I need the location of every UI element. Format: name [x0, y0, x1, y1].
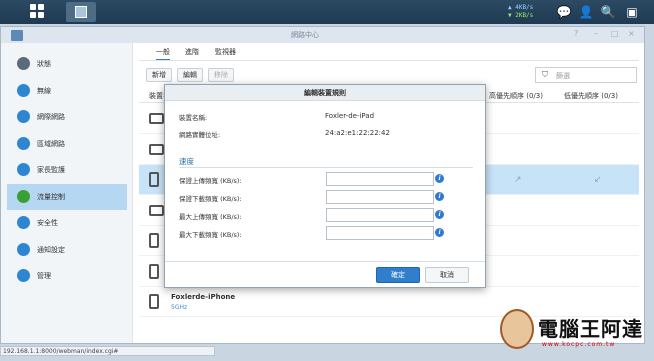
device-connection: 5GHz [171, 304, 188, 311]
download-trend-icon: ↙ [594, 175, 602, 185]
dialog-footer-divider [165, 261, 485, 262]
close-icon[interactable]: × [628, 29, 635, 38]
sidebar-item-label: 網際網路 [37, 113, 65, 121]
edit-device-rule-dialog: 編輯裝置規則 裝置名稱: Foxler-de-iPad 網路實體位址: 24:a… [164, 84, 486, 288]
sidebar-item-label: 狀態 [37, 60, 51, 68]
ok-button[interactable]: 確定 [376, 267, 420, 283]
mac-address-label: 網路實體位址: [179, 131, 221, 139]
sidebar-item-label: 家長監護 [37, 166, 65, 174]
sidebar: 狀態無線網際網路區域網路家長監護流量控制安全性通知設定管理 [1, 43, 133, 343]
upload-trend-icon: ↗ [514, 175, 522, 185]
sidebar-item-notification[interactable]: 通知設定 [7, 237, 127, 263]
sidebar-item-status[interactable]: 狀態 [7, 51, 127, 77]
notification-icon [17, 242, 30, 256]
tab-general[interactable]: 一般 [156, 47, 170, 61]
traffic-icon [17, 189, 30, 203]
family-icon [17, 163, 30, 176]
speed-section-title: 速度 [179, 157, 194, 166]
add-button[interactable]: 新增 [146, 68, 172, 82]
network-speed-indicator: ▲ 4KB/s ▼ 2KB/s [508, 4, 550, 20]
sidebar-item-label: 流量控制 [37, 192, 65, 201]
tab-advanced[interactable]: 進階 [185, 47, 199, 57]
phone-icon [149, 172, 159, 187]
sidebar-item-traffic[interactable]: 流量控制 [7, 183, 127, 210]
browser-status-bar: 192.168.1.1:8000/webman/index.cgi# [0, 346, 215, 356]
info-icon[interactable]: i [435, 174, 444, 183]
mac-address-value: 24:a2:e1:22:22:42 [325, 129, 390, 137]
cancel-button[interactable]: 取消 [425, 267, 469, 283]
sidebar-item-shield[interactable]: 安全性 [7, 210, 127, 236]
maximize-icon[interactable]: □ [611, 29, 619, 38]
laptop-icon [149, 143, 164, 155]
sidebar-item-globe[interactable]: 網際網路 [7, 104, 127, 130]
grid-menu-icon[interactable] [30, 4, 46, 20]
user-icon[interactable]: 👤 [578, 4, 594, 20]
sidebar-item-label: 無線 [37, 86, 51, 95]
globe-icon [17, 110, 30, 123]
chat-icon[interactable]: 💬 [556, 4, 572, 20]
bandwidth-field-label: 保證下載頻寬 (KB/s): [179, 195, 242, 203]
phone-icon [149, 233, 159, 248]
bandwidth-input[interactable] [326, 226, 434, 240]
watermark-mascot [500, 309, 534, 349]
phone-icon [149, 294, 159, 309]
sidebar-item-tools[interactable]: 管理 [7, 263, 127, 289]
tab-monitor[interactable]: 監視器 [215, 47, 236, 57]
sidebar-item-label: 通知設定 [37, 245, 65, 254]
sidebar-item-label: 安全性 [37, 219, 58, 227]
filter-placeholder: 篩選 [556, 72, 570, 80]
upload-speed: ▲ 4KB/s [508, 4, 534, 11]
widgets-icon[interactable]: ▣ [624, 4, 640, 20]
sidebar-item-lan[interactable]: 區域網路 [7, 131, 127, 157]
window-title: 網路中心 [291, 31, 319, 39]
laptop-icon [149, 113, 164, 124]
shield-icon [17, 216, 30, 229]
info-icon[interactable]: i [435, 210, 444, 219]
sidebar-item-label: 管理 [37, 272, 51, 280]
bandwidth-field-label: 最大下載頻寬 (KB/s): [179, 231, 242, 239]
filter-icon: ⛉ [542, 70, 548, 79]
column-low-priority[interactable]: 低優先順序 (0/3) [564, 91, 618, 101]
sidebar-item-family[interactable]: 家長監護 [7, 157, 127, 183]
wifi-icon [17, 83, 30, 97]
dialog-title: 編輯裝置規則 [165, 85, 485, 101]
edit-button[interactable]: 編輯 [177, 68, 203, 82]
tab-divider [139, 60, 639, 61]
watermark-text: 電腦王阿達 [538, 317, 643, 341]
sidebar-item-wifi[interactable]: 無線 [7, 78, 127, 104]
bandwidth-input[interactable] [326, 208, 434, 222]
watermark-url: www.kocpc.com.tw [542, 341, 616, 348]
minimize-icon[interactable]: – [594, 29, 598, 38]
bandwidth-input[interactable] [326, 190, 434, 204]
remove-button[interactable]: 移除 [208, 68, 234, 82]
help-icon[interactable]: ? [574, 29, 578, 38]
download-speed: ▼ 2KB/s [508, 12, 534, 19]
device-name: Foxlerde-iPhone [171, 293, 236, 301]
taskbar: ▲ 4KB/s ▼ 2KB/s 💬 👤 🔍 ▣ [0, 0, 654, 24]
status-icon [17, 57, 30, 70]
device-name-value: Foxler-de-iPad [325, 112, 375, 120]
app-logo-icon [11, 30, 23, 41]
device-name-label: 裝置名稱: [179, 114, 208, 122]
filter-input[interactable]: ⛉ 篩選 [535, 67, 637, 83]
tools-icon [17, 269, 30, 282]
sidebar-item-label: 區域網路 [37, 139, 65, 148]
phone-icon [149, 263, 159, 279]
lan-icon [17, 136, 30, 150]
watermark-logo: 電腦王阿達 www.kocpc.com.tw [500, 305, 650, 355]
network-center-app-icon[interactable] [66, 2, 96, 22]
info-icon[interactable]: i [435, 192, 444, 201]
column-high-priority[interactable]: 高優先順序 (0/3) [489, 91, 543, 101]
laptop-icon [149, 204, 164, 216]
window-titlebar: 網路中心 ? – □ × [1, 27, 644, 43]
bandwidth-input[interactable] [326, 172, 434, 186]
bandwidth-field-label: 保證上傳頻寬 (KB/s): [179, 177, 242, 185]
info-icon[interactable]: i [435, 228, 444, 237]
section-divider [179, 167, 473, 168]
search-icon[interactable]: 🔍 [600, 4, 616, 20]
bandwidth-field-label: 最大上傳頻寬 (KB/s): [179, 213, 242, 221]
